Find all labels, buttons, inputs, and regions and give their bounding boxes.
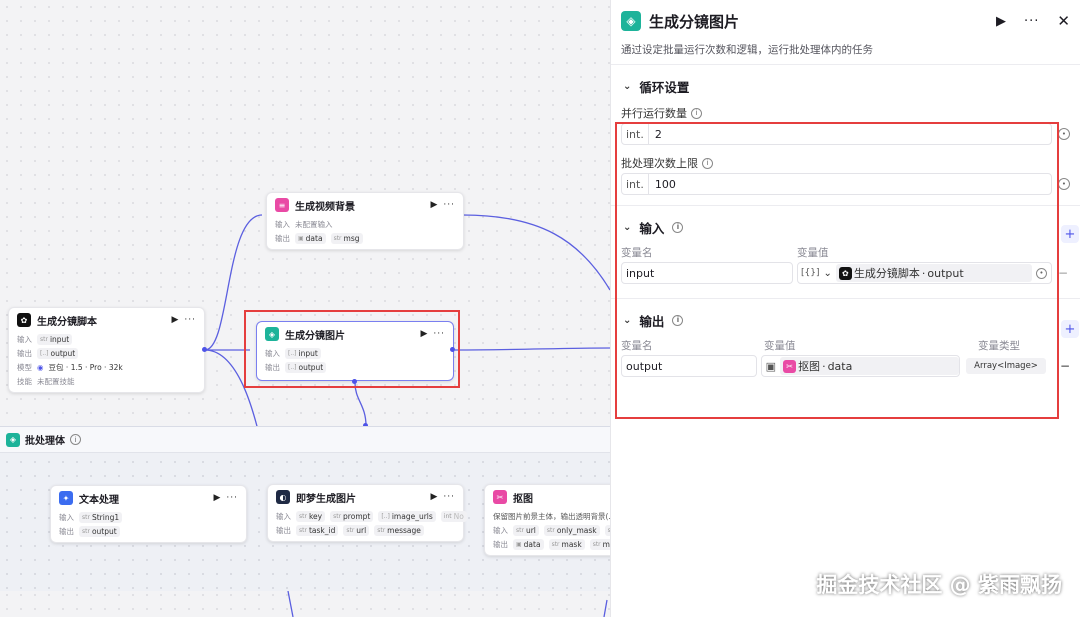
node-title: 生成视频背景: [295, 201, 355, 213]
node-video-background[interactable]: ≡ 生成视频背景 ▶ ··· 输入 未配置输入 输出 ▣ data str msg: [266, 192, 464, 250]
input-tag: str prompt: [330, 510, 374, 522]
cutout-node-icon: ✂: [493, 490, 507, 504]
run-icon[interactable]: ▶: [171, 315, 178, 325]
panel-title[interactable]: 生成分镜图片: [649, 11, 996, 32]
input-label: 输入: [493, 525, 508, 535]
input-label: 输入: [59, 512, 74, 522]
more-icon[interactable]: ···: [184, 315, 196, 325]
input-label: 输入: [275, 219, 290, 229]
input-value: 未配置输入: [295, 219, 333, 229]
more-icon[interactable]: ···: [1024, 14, 1039, 29]
input-tag: str only_mask: [543, 524, 600, 536]
text-node-icon: ≡: [275, 198, 289, 212]
info-icon[interactable]: i: [70, 434, 81, 445]
output-tag: str task_id: [296, 524, 339, 536]
highlight-box-node: [244, 310, 460, 388]
port[interactable]: [352, 379, 357, 384]
input-tag: [..] image_urls: [378, 510, 436, 522]
skill-value: 未配置技能: [37, 376, 75, 386]
node-jimeng-image[interactable]: ◐ 即梦生成图片 ▶ ··· 输入 str key str prompt [..] i…: [267, 484, 467, 542]
input-label: 输入: [276, 511, 291, 521]
run-icon[interactable]: ▶: [996, 14, 1006, 29]
output-tag: str output: [79, 525, 120, 537]
batch-node-icon: ◈: [621, 11, 641, 31]
add-input-button[interactable]: +: [1061, 225, 1079, 243]
more-icon[interactable]: ···: [443, 492, 455, 502]
string-type-icon: str: [333, 234, 342, 242]
highlight-box-panel: [615, 122, 1059, 419]
output-label: 输出: [17, 348, 32, 358]
model-name: 豆包 · 1.5 · Pro · 32k: [48, 362, 123, 372]
node-cutout[interactable]: ✂ 抠图 保留图片前景主体，输出透明背景(.png) 输入 strurl str…: [484, 484, 610, 556]
output-tag: strmsg: [589, 538, 610, 550]
node-title: 抠图: [513, 493, 533, 505]
loop-settings-header[interactable]: ⌄ 循环设置: [611, 73, 1080, 99]
variable-ref-icon[interactable]: •: [1058, 128, 1070, 140]
node-title: 文本处理: [79, 494, 119, 506]
input-tag: str key: [296, 510, 326, 522]
input-label: 输入: [17, 334, 32, 344]
chevron-down-icon[interactable]: ⌄: [623, 81, 631, 92]
text-process-icon: ✦: [59, 491, 73, 505]
node-storyboard-script[interactable]: ✿ 生成分镜脚本 ▶ ··· 输入 str input 输出 [..] output 模…: [8, 307, 205, 393]
more-icon[interactable]: ···: [443, 200, 455, 210]
node-text-process[interactable]: ✦ 文本处理 ▶ ··· 输入 str String1 输出 str output: [50, 485, 247, 543]
output-tag: str mask: [548, 538, 585, 550]
run-icon[interactable]: ▶: [430, 200, 437, 210]
more-icon[interactable]: ···: [226, 493, 238, 503]
port[interactable]: [450, 347, 455, 352]
output-tag: ▣ data: [295, 232, 326, 244]
parallel-label: 并行运行数量: [621, 107, 687, 120]
variable-ref-icon[interactable]: •: [1058, 178, 1070, 190]
output-label: 输出: [59, 526, 74, 536]
input-tag: int No: [440, 510, 467, 522]
input-tag: str url: [513, 524, 539, 536]
output-tag: [..] output: [37, 347, 79, 359]
watermark: 掘金技术社区 @ 紫雨飘扬: [816, 573, 1062, 597]
output-tag: strmsg: [330, 232, 363, 244]
model-label: 模型: [17, 362, 32, 372]
node-title: 即梦生成图片: [296, 493, 356, 505]
remove-icon[interactable]: −: [1060, 359, 1070, 373]
output-tag: ▣ data: [513, 538, 544, 550]
node-title: 生成分镜脚本: [37, 316, 97, 328]
output-label: 输出: [493, 539, 508, 549]
panel-description: 通过设定批量运行次数和逻辑，运行批处理体内的任务: [621, 44, 873, 56]
info-icon[interactable]: i: [691, 107, 702, 119]
image-type-icon: ▣: [298, 234, 304, 242]
add-output-button[interactable]: +: [1061, 320, 1079, 338]
output-label: 输出: [276, 525, 291, 535]
close-icon[interactable]: ✕: [1057, 12, 1070, 30]
port[interactable]: [202, 347, 207, 352]
output-tag: str message: [374, 524, 424, 536]
node-settings-panel: ◈ 生成分镜图片 ▶ ··· ✕ 通过设定批量运行次数和逻辑，运行批处理体内的任…: [610, 0, 1080, 617]
skill-label: 技能: [17, 376, 32, 386]
section-title: 循环设置: [639, 79, 690, 95]
input-tag: str String1: [79, 511, 123, 523]
batch-icon: ◈: [6, 432, 20, 447]
workflow-canvas[interactable]: ≡ 生成视频背景 ▶ ··· 输入 未配置输入 输出 ▣ data str msg ✿…: [0, 0, 610, 617]
run-icon[interactable]: ▶: [430, 492, 437, 502]
output-tag: str url: [343, 524, 370, 536]
node-description: 保留图片前景主体，输出透明背景(.png): [493, 511, 610, 521]
run-icon[interactable]: ▶: [213, 493, 220, 503]
batch-title: 批处理体: [25, 436, 65, 447]
model-icon: ◉: [37, 362, 44, 372]
llm-node-icon: ✿: [17, 313, 31, 327]
input-tag: str input: [37, 333, 73, 345]
output-label: 输出: [275, 233, 290, 243]
plugin-node-icon: ◐: [276, 490, 290, 504]
